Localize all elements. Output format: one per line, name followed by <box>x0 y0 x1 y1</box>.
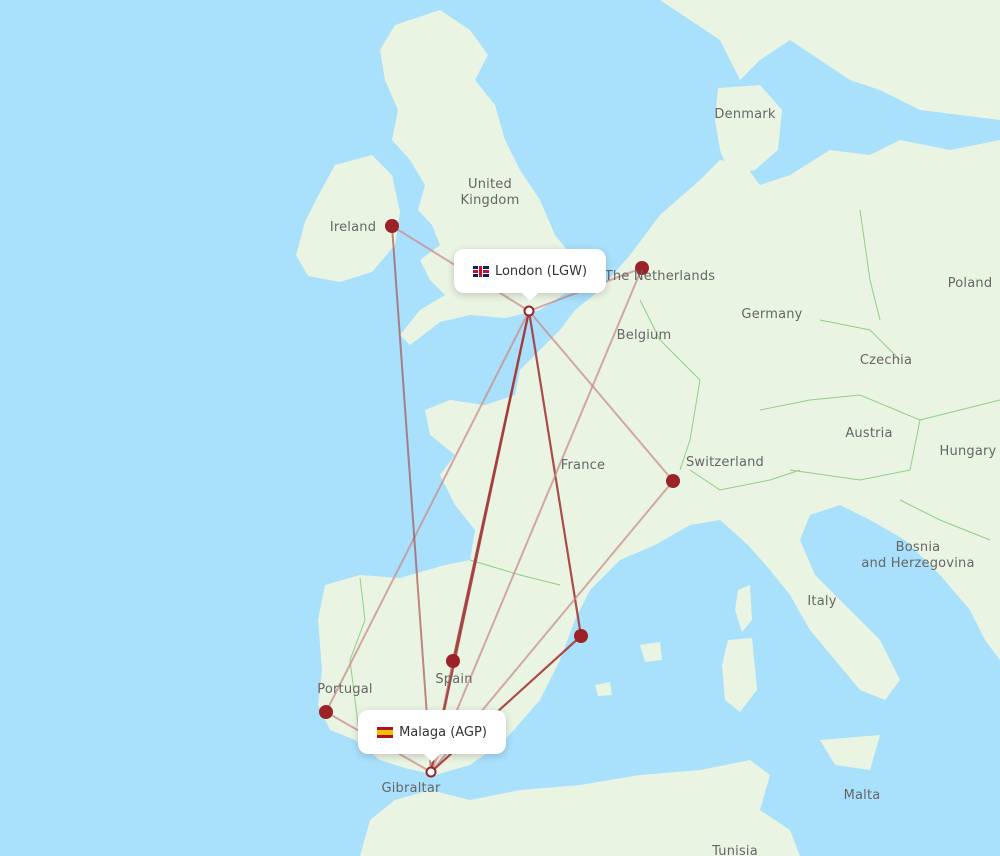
country-label: Hungary <box>939 444 997 459</box>
airport-marker-lisbon[interactable]: Lisbon (Portugal) <box>319 705 333 719</box>
spain-flag-icon <box>377 726 394 738</box>
land-ireland <box>296 155 400 282</box>
land-sicily <box>820 735 880 770</box>
country-label: Poland <box>947 276 993 291</box>
country-label: Spain <box>435 672 473 687</box>
land-continent <box>318 140 1000 775</box>
country-label: Denmark <box>714 107 776 122</box>
country-label: Gibraltar <box>381 781 441 796</box>
land-balearic-2 <box>595 682 612 696</box>
country-label: Switzerland <box>685 455 765 470</box>
country-label: France <box>560 458 606 473</box>
country-label: Malta <box>843 788 881 803</box>
country-label: Belgium <box>616 328 672 343</box>
land-scandinavia <box>660 0 1000 120</box>
land-balearic <box>640 642 662 662</box>
country-label: Austria <box>845 426 893 441</box>
airport-marker-dublin[interactable]: Dublin (Ireland) <box>385 219 399 233</box>
route-map[interactable]: Dublin (Ireland)Amsterdam (The Netherlan… <box>0 0 1000 856</box>
origin-callout[interactable]: London (LGW) <box>454 249 606 301</box>
airport-marker-valencia[interactable]: Valencia (Spain) <box>574 629 588 643</box>
airport-marker-geneva[interactable]: Geneva (Switzerland) <box>666 474 680 488</box>
destination-marker[interactable] <box>425 766 437 778</box>
country-label: The Netherlands <box>604 269 716 284</box>
uk-flag-icon <box>472 265 489 277</box>
airport-marker-madrid[interactable]: Madrid (Spain) <box>446 654 460 668</box>
land-denmark <box>715 85 782 175</box>
land-corsica <box>735 585 752 632</box>
country-label: Bosnia and Herzegovina <box>861 540 975 571</box>
destination-callout[interactable]: Malaga (AGP) <box>358 710 506 762</box>
country-label: Ireland <box>329 220 377 235</box>
land-north-africa <box>360 760 800 856</box>
destination-label: Malaga (AGP) <box>399 724 487 740</box>
country-label: Tunisia <box>712 844 758 856</box>
country-label: Germany <box>741 307 803 322</box>
country-label: United Kingdom <box>460 177 520 208</box>
origin-label: London (LGW) <box>494 263 588 279</box>
country-label: Italy <box>807 594 837 609</box>
country-label: Portugal <box>317 682 373 697</box>
origin-marker[interactable] <box>523 305 535 317</box>
country-label: Czechia <box>859 353 913 368</box>
land-sardinia <box>722 638 757 712</box>
